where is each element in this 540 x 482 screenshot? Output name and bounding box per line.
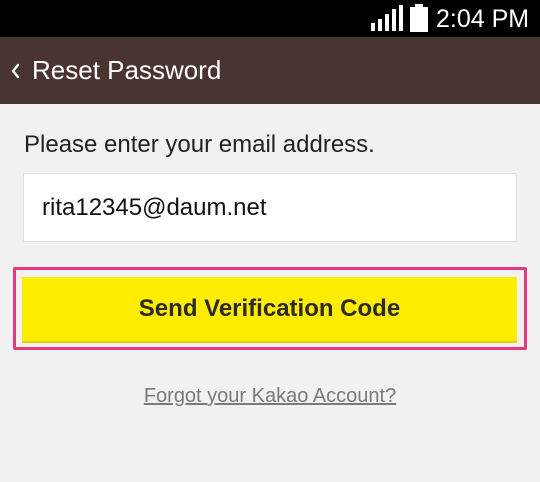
- status-time: 2:04 PM: [436, 5, 530, 33]
- app-header: Reset Password: [0, 37, 540, 104]
- page-title: Reset Password: [32, 55, 222, 85]
- forgot-account-row: Forgot your Kakao Account?: [0, 384, 540, 408]
- back-button[interactable]: Reset Password: [0, 37, 231, 104]
- forgot-account-link[interactable]: Forgot your Kakao Account?: [144, 385, 396, 407]
- email-prompt-label: Please enter your email address.: [24, 131, 375, 158]
- chevron-left-icon: [11, 63, 20, 78]
- email-field[interactable]: [23, 173, 517, 242]
- battery-icon: [410, 4, 428, 32]
- status-bar: 2:04 PM: [0, 0, 540, 37]
- send-verification-code-button[interactable]: Send Verification Code: [22, 277, 517, 343]
- signal-bars-icon: [371, 5, 403, 31]
